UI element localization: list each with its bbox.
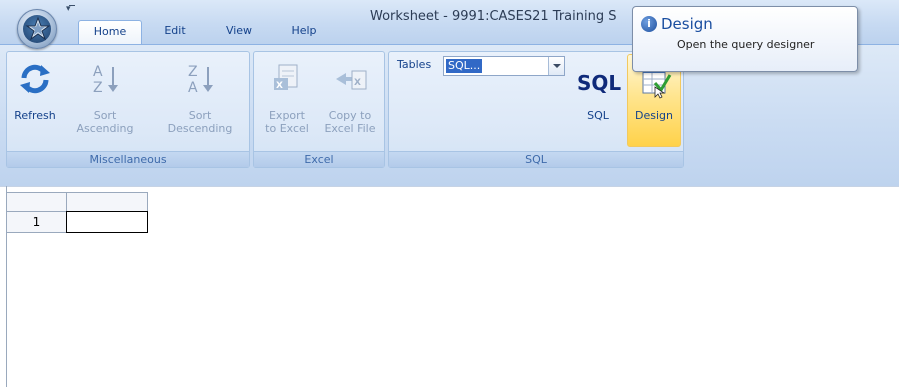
sql-label: SQL [587,109,609,122]
tooltip-title: Design [661,15,713,33]
svg-text:Z: Z [188,64,198,80]
copy-to-excel-button[interactable]: X Copy to Excel File [318,55,382,147]
tables-label: Tables [397,58,432,71]
sql-button[interactable]: SQL SQL [573,55,623,147]
refresh-icon [20,64,50,94]
export-excel-icon: X [274,64,298,91]
tab-help[interactable]: Help [284,20,324,44]
row-header-1[interactable]: 1 [6,211,67,233]
svg-text:A: A [93,64,103,80]
copy-excel-icon: X [336,70,367,90]
design-label: Design [635,109,673,122]
active-cell[interactable] [66,211,148,233]
export-to-excel-button[interactable]: X Export to Excel [258,55,316,147]
group-excel: X Export to Excel X Copy to Excel File E… [253,51,385,168]
refresh-button[interactable]: Refresh [9,55,61,147]
sort-descending-icon: Z A [188,64,213,96]
svg-text:Z: Z [93,80,103,96]
grid-corner-cell[interactable] [6,192,67,212]
window-title: Worksheet - 9991:CASES21 Training S [370,9,617,24]
sort-descending-label-2: Descending [167,122,233,135]
sql-icon: SQL [577,71,622,95]
export-label-1: Export [268,109,305,122]
quick-access-dropdown-icon[interactable]: ▾ [66,4,78,14]
tables-dropdown[interactable]: SQL... [443,56,565,76]
tab-edit[interactable]: Edit [155,20,195,44]
svg-text:X: X [276,81,283,91]
export-label-2: to Excel [265,122,309,135]
tables-selected-value: SQL... [446,59,483,73]
sort-ascending-button[interactable]: A Z Sort Ascending [65,55,145,147]
tooltip-description: Open the query designer [677,38,815,51]
tab-home[interactable]: Home [78,20,142,44]
group-sql-label: SQL [389,151,683,167]
svg-text:X: X [354,78,361,88]
copy-label-1: Copy to [328,109,372,122]
column-header[interactable] [66,192,148,212]
chevron-down-icon[interactable] [548,57,564,75]
app-star-icon [25,16,51,41]
design-tooltip: i Design Open the query designer [632,6,858,72]
copy-label-2: Excel File [324,122,376,135]
application-menu-button[interactable] [17,9,57,49]
group-miscellaneous-label: Miscellaneous [7,151,249,167]
group-miscellaneous: Refresh A Z Sort Ascending Z A Sort Desc… [6,51,250,168]
tab-view[interactable]: View [217,20,261,44]
sort-descending-button[interactable]: Z A Sort Descending [157,55,243,147]
sort-descending-label-1: Sort [188,109,212,122]
svg-text:A: A [188,80,198,96]
sort-ascending-label-2: Ascending [76,122,134,135]
group-excel-label: Excel [254,151,384,167]
refresh-label: Refresh [14,109,56,122]
grid-left-border [6,186,7,387]
worksheet-grid[interactable]: 1 [0,186,899,387]
sort-ascending-label-1: Sort [93,109,117,122]
sort-ascending-icon: A Z [93,64,118,96]
info-icon: i [641,16,657,32]
